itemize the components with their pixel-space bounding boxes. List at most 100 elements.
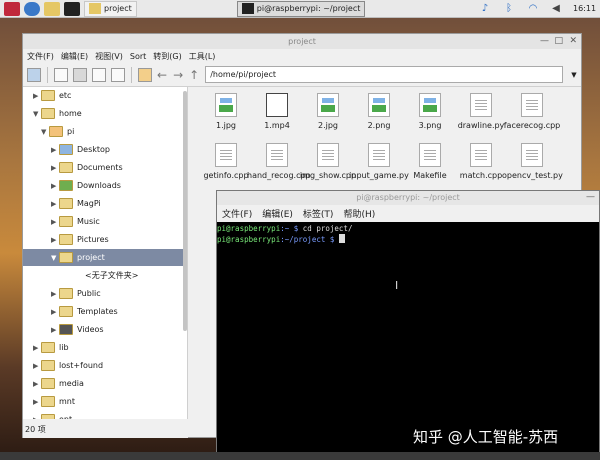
terminal-line: pi@raspberrypi:~/project $ bbox=[217, 234, 599, 245]
terminal-icon[interactable] bbox=[64, 1, 80, 16]
tree-item-label: home bbox=[59, 109, 82, 118]
window-titlebar[interactable]: pi@raspberrypi: ~/project — bbox=[217, 191, 599, 205]
maximize-icon[interactable]: □ bbox=[554, 36, 563, 47]
tree-item-opt[interactable]: ▶ opt bbox=[23, 411, 187, 420]
tree-item-magpi[interactable]: ▶ MagPi bbox=[23, 195, 187, 212]
menu-tools[interactable]: 工具(L) bbox=[189, 51, 216, 62]
home-icon[interactable] bbox=[138, 67, 152, 82]
tree-item-pi[interactable]: ▼ pi bbox=[23, 123, 187, 140]
list-view-icon[interactable] bbox=[111, 67, 125, 82]
expand-icon[interactable]: ▶ bbox=[33, 362, 41, 370]
tree-item-pictures[interactable]: ▶ Pictures bbox=[23, 231, 187, 248]
file-name: 1.jpg bbox=[215, 121, 236, 130]
tree-scrollbar[interactable] bbox=[183, 91, 187, 331]
expand-icon[interactable]: ▶ bbox=[51, 308, 59, 316]
tree-item-templates[interactable]: ▶ Templates bbox=[23, 303, 187, 320]
thumbnail-view-icon[interactable] bbox=[73, 67, 87, 82]
forward-arrow-icon[interactable]: → bbox=[173, 68, 183, 82]
tree-item-empty: <无子文件夹> bbox=[23, 267, 187, 284]
expand-icon[interactable]: ▶ bbox=[51, 164, 59, 172]
tree-item-videos[interactable]: ▶ Videos bbox=[23, 321, 187, 338]
file-item[interactable]: facerecog.cpp bbox=[502, 93, 562, 131]
back-arrow-icon[interactable]: ← bbox=[157, 68, 167, 82]
bluetooth-icon[interactable]: ᛒ bbox=[502, 2, 516, 16]
path-dropdown-icon[interactable]: ▼ bbox=[571, 71, 576, 79]
command-text: cd project/ bbox=[298, 224, 353, 233]
window-titlebar[interactable]: project — □ ✕ bbox=[23, 34, 581, 49]
menu-edit[interactable]: 编辑(E) bbox=[61, 51, 88, 62]
path-input[interactable]: /home/pi/project bbox=[205, 66, 564, 83]
text-cursor bbox=[338, 234, 345, 243]
collapse-icon[interactable]: ▼ bbox=[33, 110, 41, 118]
tree-item-media[interactable]: ▶ media bbox=[23, 375, 187, 392]
toolbar: ← → ↑ /home/pi/project ▼ bbox=[23, 63, 581, 87]
tree-item-label: Templates bbox=[77, 307, 118, 316]
expand-icon[interactable]: ▶ bbox=[33, 380, 41, 388]
terminal-output[interactable]: pi@raspberrypi:~ $ cd project/ pi@raspbe… bbox=[217, 222, 599, 245]
menu-view[interactable]: 视图(V) bbox=[95, 51, 123, 62]
document-icon bbox=[215, 143, 237, 167]
tree-item-documents[interactable]: ▶ Documents bbox=[23, 159, 187, 176]
compact-view-icon[interactable] bbox=[92, 67, 106, 82]
menu-tabs[interactable]: 标签(T) bbox=[303, 207, 334, 220]
tree-item-lib[interactable]: ▶ lib bbox=[23, 339, 187, 356]
browser-icon[interactable] bbox=[24, 1, 40, 16]
volume-icon[interactable]: ♪ bbox=[478, 2, 492, 16]
raspberry-menu-icon[interactable] bbox=[4, 1, 20, 16]
tree-item-label: Documents bbox=[77, 163, 123, 172]
folder-icon bbox=[41, 342, 55, 353]
icon-view-icon[interactable] bbox=[54, 67, 68, 82]
tree-item-music[interactable]: ▶ Music bbox=[23, 213, 187, 230]
tree-item-mnt[interactable]: ▶ mnt bbox=[23, 393, 187, 410]
file-name: 1.mp4 bbox=[264, 121, 290, 130]
side-pane-icon[interactable] bbox=[27, 67, 41, 82]
expand-icon[interactable]: ▶ bbox=[51, 326, 59, 334]
tree-item-etc[interactable]: ▶ etc bbox=[23, 87, 187, 104]
taskbar-button-terminal[interactable]: pi@raspberrypi: ~/project bbox=[236, 0, 366, 17]
wifi-icon[interactable]: ◠ bbox=[526, 2, 540, 16]
tree-item-project[interactable]: ▼ project bbox=[23, 249, 187, 266]
sound-icon[interactable]: ◀ bbox=[549, 2, 563, 16]
menu-file[interactable]: 文件(F) bbox=[222, 207, 252, 220]
menu-sort[interactable]: Sort bbox=[130, 52, 146, 61]
collapse-icon[interactable]: ▼ bbox=[51, 254, 59, 262]
up-arrow-icon[interactable]: ↑ bbox=[189, 68, 199, 82]
tree-item-home[interactable]: ▼ home bbox=[23, 105, 187, 122]
expand-icon[interactable]: ▶ bbox=[51, 146, 59, 154]
tree-item-public[interactable]: ▶ Public bbox=[23, 285, 187, 302]
expand-icon[interactable]: ▶ bbox=[33, 344, 41, 352]
expand-icon[interactable]: ▶ bbox=[51, 200, 59, 208]
expand-icon[interactable]: ▶ bbox=[33, 416, 41, 420]
expand-icon[interactable]: ▶ bbox=[51, 218, 59, 226]
file-manager-icon[interactable] bbox=[44, 1, 60, 16]
taskbar-button-file-manager[interactable]: project bbox=[84, 0, 137, 17]
collapse-icon[interactable]: ▼ bbox=[41, 128, 49, 136]
taskbar-button-label: pi@raspberrypi: ~/project bbox=[256, 4, 361, 13]
tree-item-downloads[interactable]: ▶ Downloads bbox=[23, 177, 187, 194]
tree-item-desktop[interactable]: ▶ Desktop bbox=[23, 141, 187, 158]
menu-go[interactable]: 转到(G) bbox=[153, 51, 181, 62]
watermark: 知乎 @人工智能-苏西 bbox=[413, 428, 559, 446]
prompt-user: pi@raspberrypi bbox=[217, 235, 281, 244]
tree-item-label: MagPi bbox=[77, 199, 101, 208]
expand-icon[interactable]: ▶ bbox=[51, 290, 59, 298]
minimize-icon[interactable]: — bbox=[586, 192, 595, 203]
menu-file[interactable]: 文件(F) bbox=[27, 51, 54, 62]
image-icon bbox=[368, 93, 390, 117]
tree-item-label: lib bbox=[59, 343, 69, 352]
expand-icon[interactable]: ▶ bbox=[33, 92, 41, 100]
menu-edit[interactable]: 编辑(E) bbox=[262, 207, 293, 220]
file-item[interactable]: opencv_test.py bbox=[502, 143, 563, 181]
expand-icon[interactable]: ▶ bbox=[51, 236, 59, 244]
minimize-icon[interactable]: — bbox=[540, 36, 549, 47]
taskbar-button-label: project bbox=[104, 4, 132, 13]
folder-icon bbox=[41, 396, 55, 407]
image-icon bbox=[317, 93, 339, 117]
expand-icon[interactable]: ▶ bbox=[33, 398, 41, 406]
menu-help[interactable]: 帮助(H) bbox=[343, 207, 375, 220]
tree-item-lost-found[interactable]: ▶ lost+found bbox=[23, 357, 187, 374]
expand-icon[interactable]: ▶ bbox=[51, 182, 59, 190]
file-name: drawline.py bbox=[457, 121, 505, 130]
folder-icon bbox=[41, 360, 55, 371]
close-icon[interactable]: ✕ bbox=[569, 36, 577, 47]
